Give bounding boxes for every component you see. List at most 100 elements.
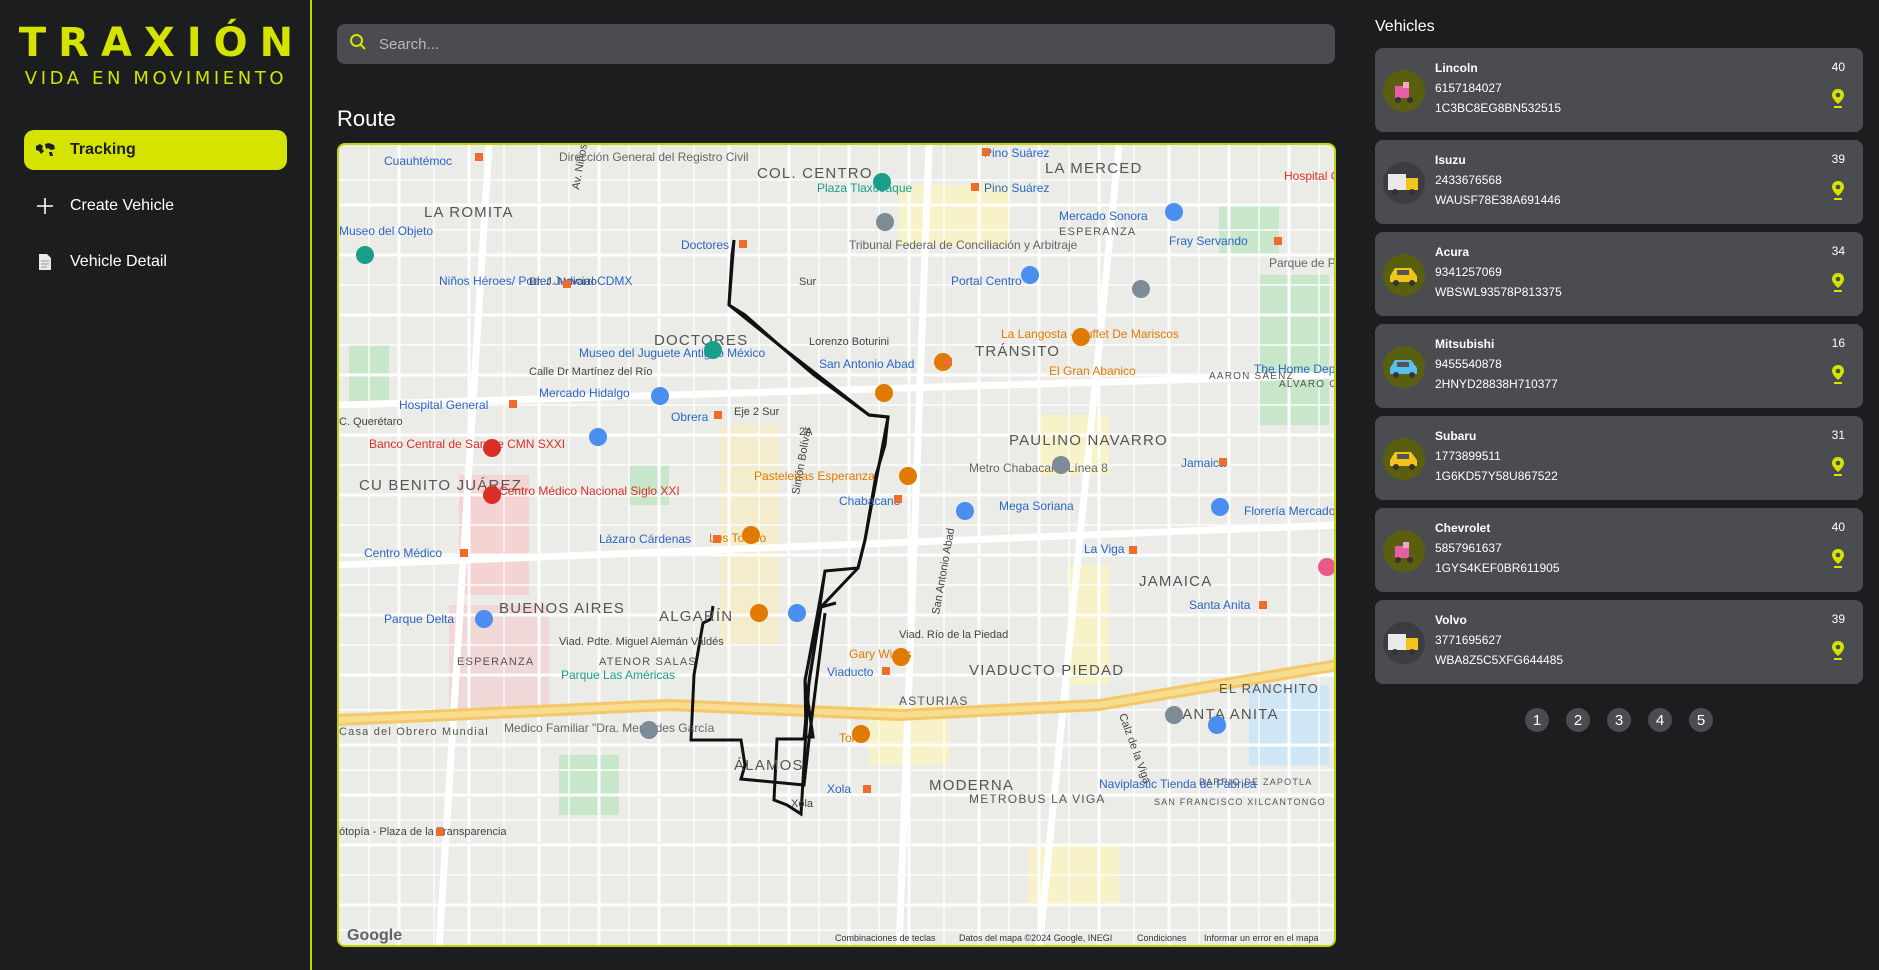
vehicle-phone: 1773899511 [1435, 449, 1501, 463]
vehicle-card[interactable]: Volvo 3771695627 WBA8Z5C5XFG644485 39 [1375, 600, 1863, 684]
map-label-esperanza: ESPERANZA [457, 656, 534, 668]
vehicle-card[interactable]: Subaru 1773899511 1G6KD57Y58U867522 31 [1375, 416, 1863, 500]
vehicle-vin: 1C3BC8EG8BN532515 [1435, 101, 1562, 115]
map-label-viad-aleman: Viad. Pdte. Miguel Alemán Valdés [559, 636, 724, 648]
map-poi-museo-juguete: Museo del Juguete Antiguo México [579, 346, 765, 360]
vehicle-count: 16 [1831, 336, 1845, 350]
google-logo: Google [347, 927, 402, 944]
map-label-algarin: ALGARÍN [659, 608, 733, 625]
map-poi-parque-americas: Parque Las Américas [561, 668, 675, 682]
map-poi-obrera: Obrera [671, 410, 709, 424]
map-footer-keys[interactable]: Combinaciones de teclas [835, 933, 936, 943]
location-pin-icon[interactable] [1831, 548, 1845, 568]
vehicle-vin: 1GYS4KEF0BR611905 [1435, 561, 1560, 575]
sidebar-item-tracking[interactable]: Tracking [24, 130, 287, 170]
map-poi-chabacano: Chabacano [839, 494, 901, 508]
vehicle-phone: 9341257069 [1435, 265, 1502, 279]
map-footer-terms[interactable]: Condiciones [1137, 933, 1187, 943]
map-poi-mega-soriana: Mega Soriana [999, 499, 1074, 513]
map-poi-mercado-sonora: Mercado Sonora [1059, 209, 1148, 223]
map-label-viad-piedad: Viad. Río de la Piedad [899, 629, 1008, 641]
route-title: Route [337, 106, 396, 131]
vehicle-count: 31 [1831, 428, 1845, 442]
location-pin-icon[interactable] [1831, 640, 1845, 660]
map-poi-cuauhtemoc: Cuauhtémoc [384, 154, 452, 168]
map-poi-parque-periodista: Parque de Periodista Ilustres [1269, 256, 1336, 270]
map-poi-mercado-hidalgo: Mercado Hidalgo [539, 386, 630, 400]
vehicle-phone: 3771695627 [1435, 633, 1502, 647]
map-poi-tribunal: Tribunal Federal de Conciliación y Arbit… [849, 238, 1078, 252]
yellow-car-icon [1383, 438, 1425, 480]
search-input[interactable] [379, 35, 1279, 53]
map-label-sur: Sur [799, 276, 816, 288]
map-footer-data: Datos del mapa ©2024 Google, INEGI [959, 933, 1112, 943]
brand-subtitle: VIDA EN MOVIMIENTO [24, 68, 288, 89]
location-pin-icon[interactable] [1831, 180, 1845, 200]
vehicle-count: 39 [1831, 612, 1845, 626]
map-label-lorenzo-boturini: Lorenzo Boturini [809, 336, 889, 348]
map-label-la-romita: LA ROMITA [424, 204, 514, 221]
page-button-2[interactable]: 2 [1566, 708, 1590, 732]
map-label-transito: TRÁNSITO [975, 343, 1060, 360]
vehicle-list: Lincoln 6157184027 1C3BC8EG8BN532515 40 … [1375, 48, 1863, 692]
vehicle-vin: WAUSF78E38A691446 [1435, 193, 1561, 207]
vehicle-card[interactable]: Chevrolet 5857961637 1GYS4KEF0BR611905 4… [1375, 508, 1863, 592]
map-label-la-merced: LA MERCED [1045, 160, 1143, 177]
location-pin-icon[interactable] [1831, 456, 1845, 476]
sidebar-item-label: Vehicle Detail [70, 253, 167, 270]
world-map-icon [34, 139, 56, 161]
map-poi-fray-servando: Fray Servando [1169, 234, 1248, 248]
sidebar-nav: Tracking Create Vehicle Vehicle Detail [24, 130, 287, 298]
vehicle-name: Mitsubishi [1435, 337, 1495, 351]
map-poi-direccion-general: Dirección General del Registro Civil [559, 150, 748, 164]
map-poi-plaza-tlaxcoaque: Plaza Tlaxcoaque [817, 181, 913, 195]
map-label-san-francisco: SAN FRANCISCO XILCANTONGO [1154, 797, 1326, 807]
vehicle-card[interactable]: Mitsubishi 9455540878 2HNYD28838H710377 … [1375, 324, 1863, 408]
vehicle-count: 34 [1831, 244, 1845, 258]
map-label-eje2-sur: Eje 2 Sur [734, 406, 780, 418]
yellow-car-icon [1383, 254, 1425, 296]
sidebar-item-create-vehicle[interactable]: Create Vehicle [24, 186, 287, 226]
map-poi-floreria: Florería Mercado J [1244, 504, 1336, 518]
map-label-calle-dr-martinez: Calle Dr Martínez del Río [529, 366, 653, 378]
vehicle-name: Isuzu [1435, 153, 1466, 167]
map-poi-viaducto: Viaducto [827, 665, 874, 679]
map-poi-san-antonio-abad: San Antonio Abad [819, 357, 914, 371]
map-poi-pino-suarez-1: Pino Suárez [984, 146, 1049, 160]
map-poi-portal-centro: Portal Centro [951, 274, 1022, 288]
map-label-buenos-aires: BUENOS AIRES [499, 600, 625, 617]
location-pin-icon[interactable] [1831, 272, 1845, 292]
map-label-col-centro: COL. CENTRO [757, 165, 873, 182]
map-label-c-queretaro: C. Querétaro [339, 416, 403, 428]
map-poi-santa-anita-metro: Santa Anita [1189, 598, 1251, 612]
plus-icon [34, 195, 56, 217]
map-footer-report[interactable]: Informar un error en el mapa [1204, 933, 1319, 943]
map-poi-xola2: Xola [791, 798, 814, 810]
location-pin-icon[interactable] [1831, 88, 1845, 108]
map-label-el-ranchito: EL RANCHITO [1219, 681, 1319, 696]
vehicles-title: Vehicles [1375, 18, 1435, 35]
page-button-5[interactable]: 5 [1689, 708, 1713, 732]
page-button-3[interactable]: 3 [1607, 708, 1631, 732]
vehicle-vin: 1G6KD57Y58U867522 [1435, 469, 1558, 483]
map-poi-doctores-metro: Doctores [681, 238, 729, 252]
search-bar[interactable] [337, 24, 1335, 64]
vehicle-vin: WBSWL93578P813375 [1435, 285, 1562, 299]
brand-logo[interactable]: TRAXIÓN VIDA EN MOVIMIENTO [0, 20, 312, 89]
pink-scooter-icon [1383, 530, 1425, 572]
yellow-truck-icon [1383, 622, 1425, 664]
map-poi-lazaro-cardenas: Lázaro Cárdenas [599, 532, 691, 546]
map-poi-la-viga: La Viga [1084, 542, 1125, 556]
document-icon [34, 251, 56, 273]
sidebar-item-label: Create Vehicle [70, 197, 175, 214]
page-button-1[interactable]: 1 [1525, 708, 1549, 732]
location-pin-icon[interactable] [1831, 364, 1845, 384]
vehicle-card[interactable]: Lincoln 6157184027 1C3BC8EG8BN532515 40 [1375, 48, 1863, 132]
page-button-4[interactable]: 4 [1648, 708, 1672, 732]
map-poi-parque-delta: Parque Delta [384, 612, 454, 626]
route-map[interactable]: COL. CENTRO LA ROMITA DOCTORES TRÁNSITO … [337, 143, 1336, 947]
map-poi-the-home-depot: The Home Depot [1254, 362, 1336, 376]
vehicle-card[interactable]: Isuzu 2433676568 WAUSF78E38A691446 39 [1375, 140, 1863, 224]
sidebar-item-vehicle-detail[interactable]: Vehicle Detail [24, 242, 287, 282]
vehicle-card[interactable]: Acura 9341257069 WBSWL93578P813375 34 [1375, 232, 1863, 316]
